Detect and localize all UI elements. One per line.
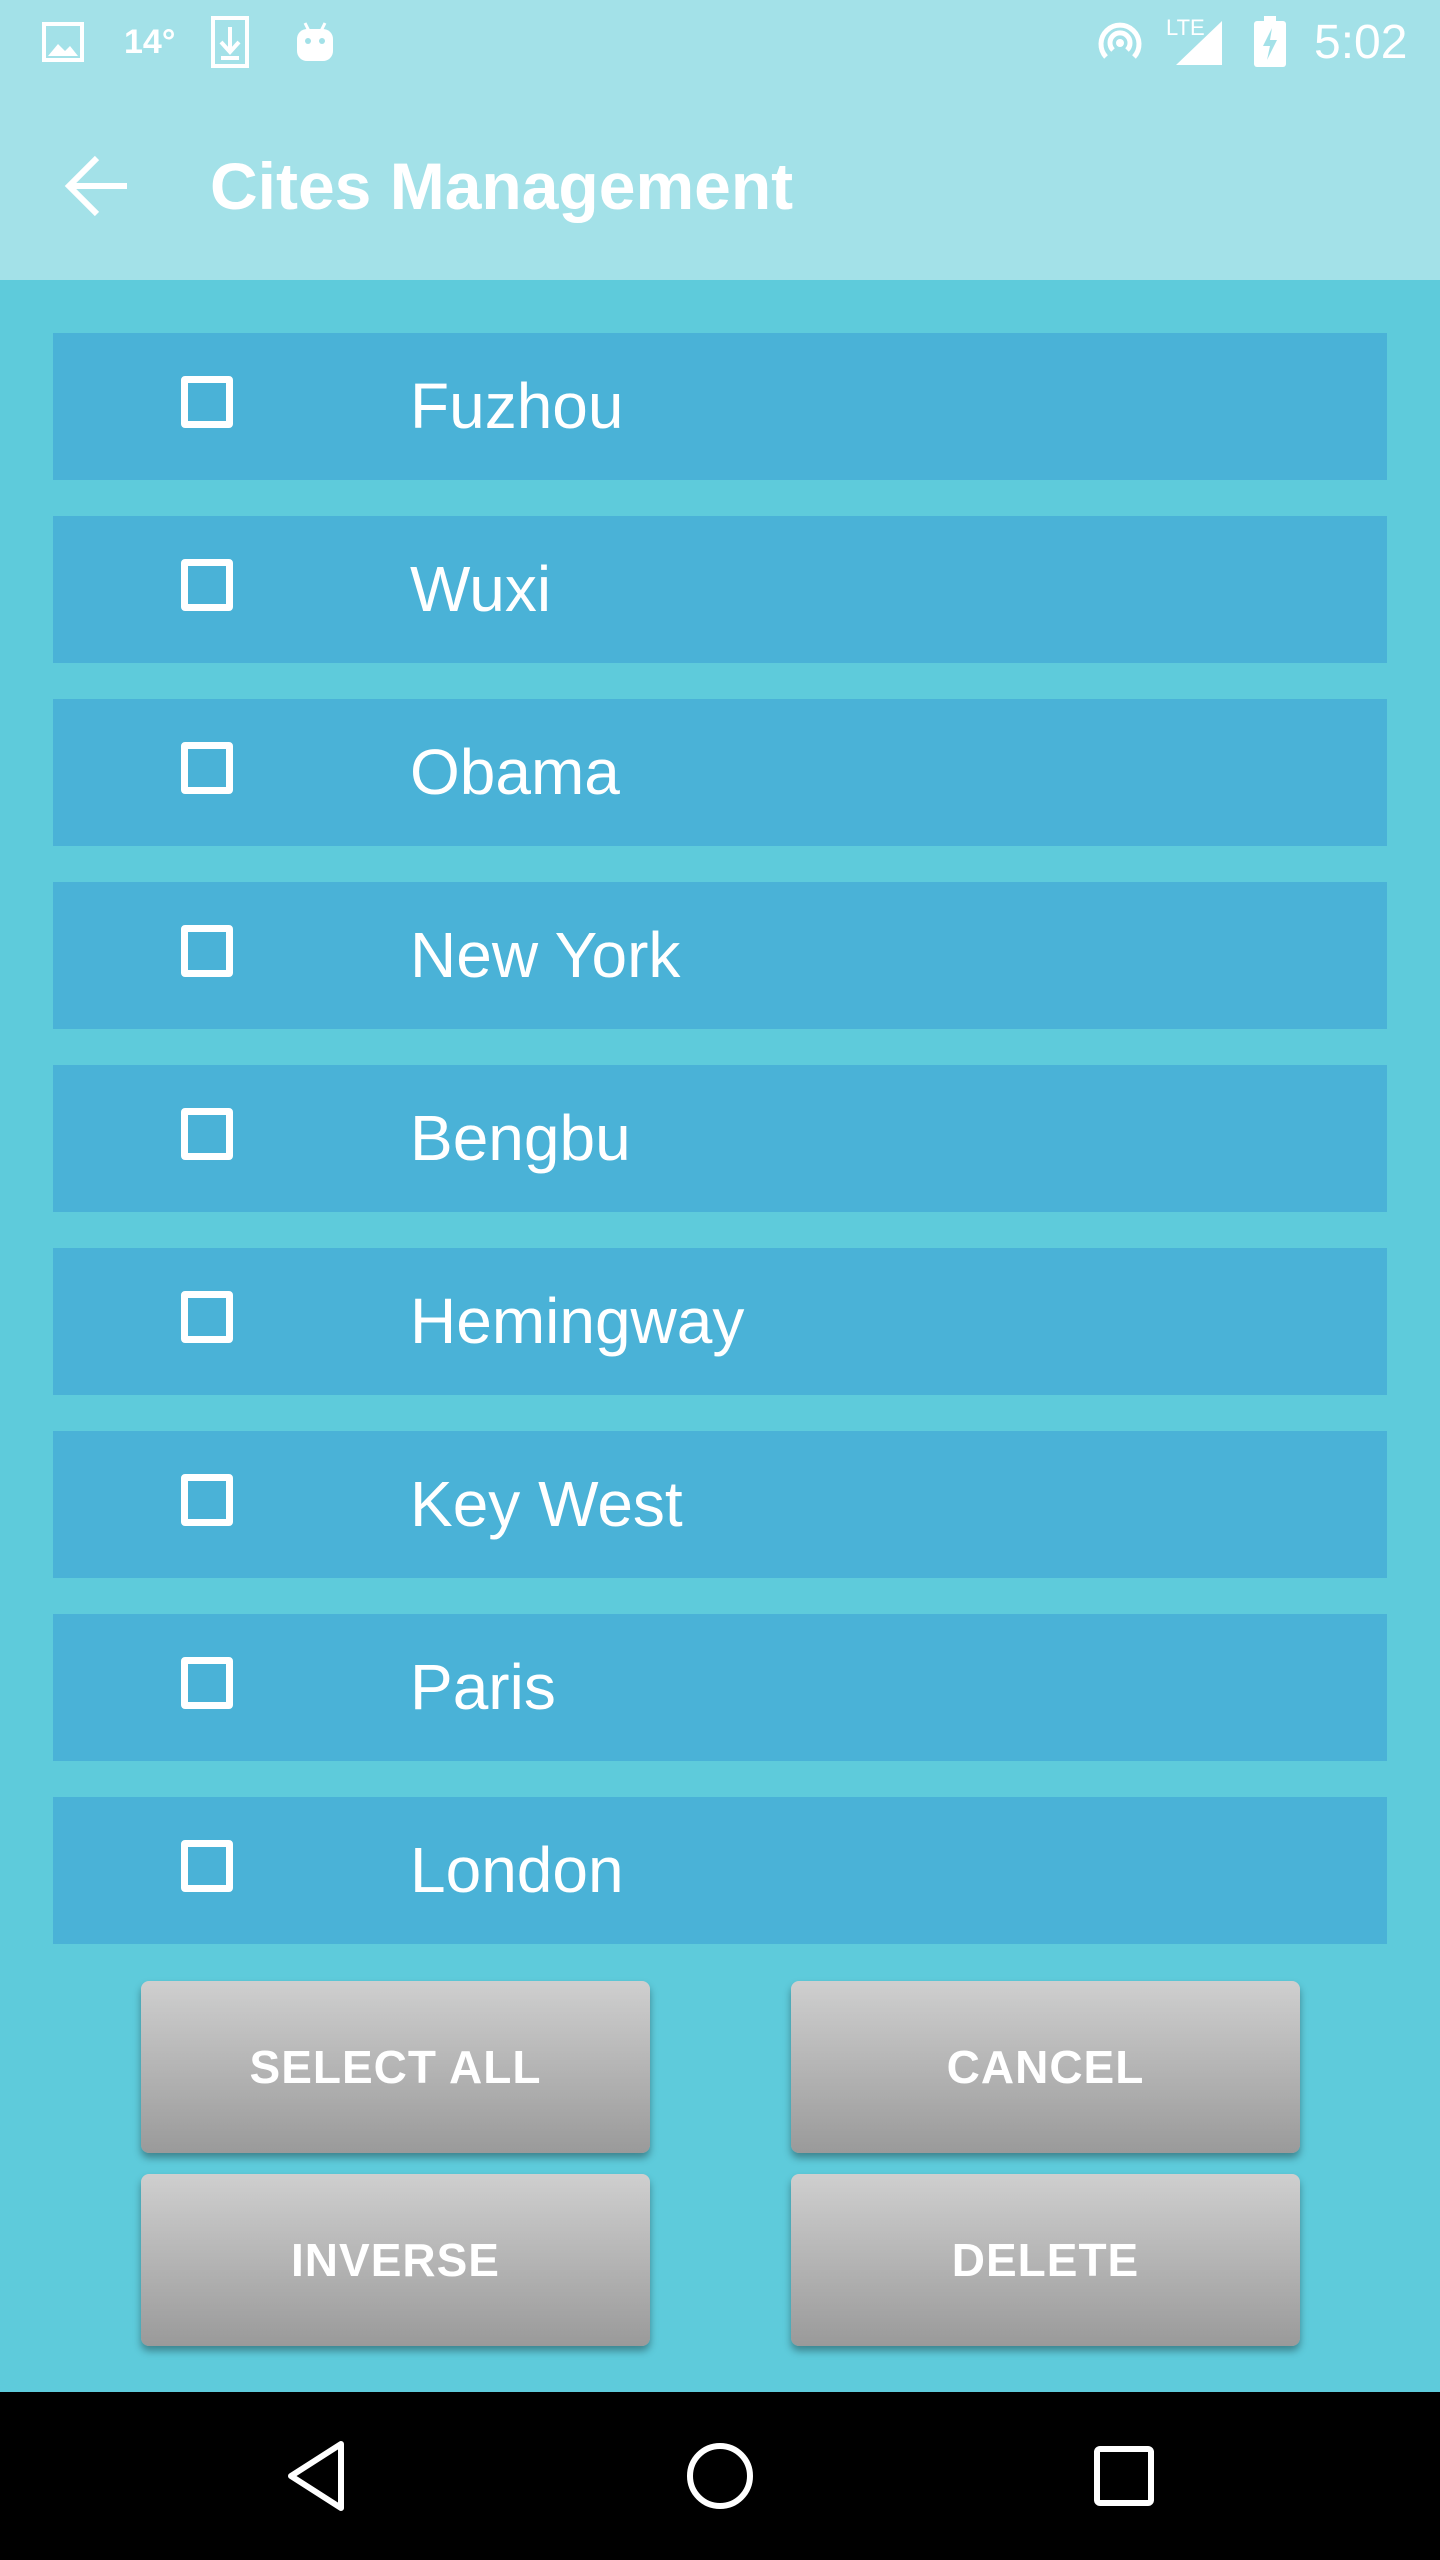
- signal-icon: [1170, 14, 1228, 70]
- city-name: Paris: [410, 1651, 556, 1723]
- city-row-london[interactable]: London: [53, 1797, 1387, 1944]
- city-name: Wuxi: [410, 553, 552, 625]
- android-icon: [290, 14, 340, 70]
- status-bar: 14° LTE 5:02: [0, 0, 1440, 84]
- recents-square-icon: [1094, 2446, 1154, 2506]
- city-row-hemingway[interactable]: Hemingway: [53, 1248, 1387, 1395]
- city-row-fuzhou[interactable]: Fuzhou: [53, 333, 1387, 480]
- city-name: New York: [410, 919, 681, 991]
- download-icon: [208, 14, 252, 70]
- back-button[interactable]: [40, 138, 156, 234]
- city-name: Key West: [410, 1468, 683, 1540]
- city-row-obama[interactable]: Obama: [53, 699, 1387, 846]
- checkbox[interactable]: [181, 742, 233, 794]
- toolbar: Cites Management: [0, 84, 1440, 280]
- page-title: Cites Management: [210, 149, 794, 223]
- select-all-button[interactable]: SELECT ALL: [141, 1981, 650, 2153]
- checkbox[interactable]: [181, 376, 233, 428]
- city-row-key-west[interactable]: Key West: [53, 1431, 1387, 1578]
- checkbox[interactable]: [181, 1291, 233, 1343]
- checkbox[interactable]: [181, 1657, 233, 1709]
- checkbox[interactable]: [181, 559, 233, 611]
- temperature-text: 14°: [124, 22, 176, 61]
- nav-home-button[interactable]: [670, 2426, 770, 2526]
- city-row-paris[interactable]: Paris: [53, 1614, 1387, 1761]
- hotspot-icon: [1090, 14, 1150, 70]
- city-name: Hemingway: [410, 1285, 745, 1357]
- arrow-back-icon: [64, 155, 127, 217]
- checkbox[interactable]: [181, 1840, 233, 1892]
- navigation-bar: [0, 2392, 1440, 2560]
- back-triangle-icon: [288, 2441, 344, 2511]
- delete-button[interactable]: DELETE: [791, 2174, 1300, 2346]
- checkbox[interactable]: [181, 1108, 233, 1160]
- nav-back-button[interactable]: [266, 2426, 366, 2526]
- clock-text: 5:02: [1314, 15, 1408, 69]
- city-name: Bengbu: [410, 1102, 631, 1174]
- image-icon: [38, 14, 88, 70]
- city-row-wuxi[interactable]: Wuxi: [53, 516, 1387, 663]
- cancel-button[interactable]: CANCEL: [791, 1981, 1300, 2153]
- city-name: Obama: [410, 736, 620, 808]
- city-name: London: [410, 1834, 624, 1906]
- city-name: Fuzhou: [410, 370, 624, 442]
- inverse-button[interactable]: INVERSE: [141, 2174, 650, 2346]
- city-row-bengbu[interactable]: Bengbu: [53, 1065, 1387, 1212]
- city-row-new-york[interactable]: New York: [53, 882, 1387, 1029]
- checkbox[interactable]: [181, 925, 233, 977]
- checkbox[interactable]: [181, 1474, 233, 1526]
- home-circle-icon: [687, 2443, 753, 2509]
- battery-charging-icon: [1250, 14, 1290, 70]
- nav-recents-button[interactable]: [1074, 2426, 1174, 2526]
